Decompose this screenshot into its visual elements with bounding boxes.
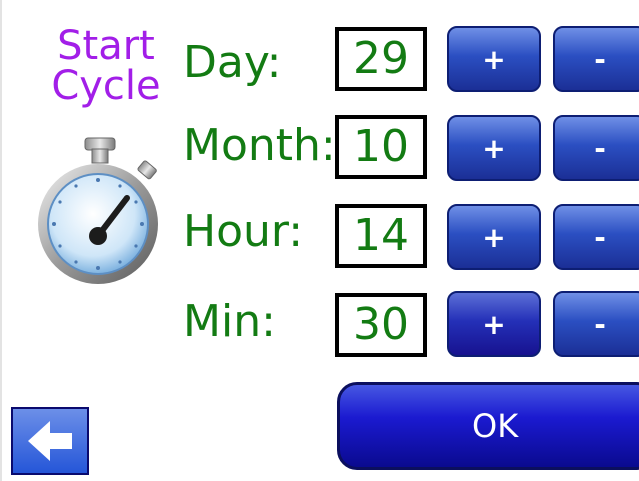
day-minus-button[interactable]: - [553,26,639,92]
hour-plus-button[interactable]: + [447,204,541,270]
min-minus-button[interactable]: - [553,291,639,357]
min-value: 30 [335,293,427,357]
page-title: Start Cycle [46,26,166,106]
day-value: 29 [335,27,427,91]
left-edge [0,0,2,481]
month-label: Month: [183,120,336,171]
stopwatch-icon [38,137,158,284]
hour-minus-button[interactable]: - [553,204,639,270]
hour-label: Hour: [183,206,304,257]
month-value: 10 [335,115,427,179]
title-line-1: Start [57,23,155,69]
hour-value: 14 [335,204,427,268]
back-arrow-icon [28,421,72,461]
min-label: Min: [183,296,276,347]
ok-button[interactable]: OK [337,382,639,470]
day-label: Day: [183,37,282,88]
month-minus-button[interactable]: - [553,115,639,181]
month-plus-button[interactable]: + [447,115,541,181]
back-button[interactable] [11,407,89,475]
day-plus-button[interactable]: + [447,26,541,92]
title-line-2: Cycle [51,63,161,109]
min-plus-button[interactable]: + [447,291,541,357]
